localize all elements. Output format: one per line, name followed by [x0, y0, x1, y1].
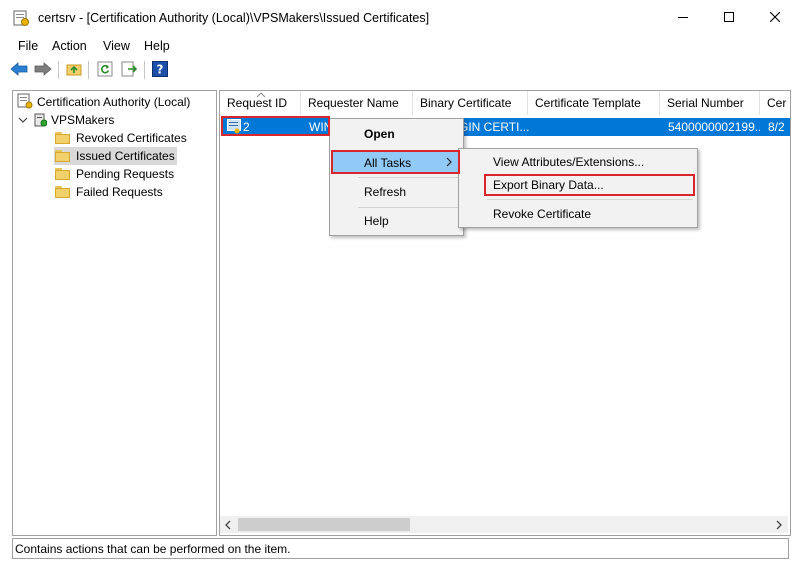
folder-icon	[55, 168, 70, 180]
folder-icon	[55, 132, 70, 144]
column-header-serial-number[interactable]: Serial Number	[660, 91, 760, 115]
tree-item-revoked-certificates[interactable]: Revoked Certificates	[55, 129, 187, 147]
tree-item-label: Issued Certificates	[76, 149, 175, 163]
help-button[interactable]: ?	[150, 60, 170, 80]
export-list-icon	[121, 61, 138, 80]
close-button[interactable]	[752, 0, 798, 36]
menu-separator	[358, 207, 458, 208]
column-label: Cer	[767, 96, 787, 110]
tree-item-vpsmakers[interactable]: VPSMakers	[18, 111, 114, 129]
menu-separator	[358, 177, 458, 178]
sort-ascending-icon	[256, 91, 266, 106]
menu-item-view-attributes[interactable]: View Attributes/Extensions...	[459, 151, 697, 173]
cell-binary-certificate: GIN CERTI...	[459, 120, 529, 134]
scroll-thumb[interactable]	[238, 518, 410, 531]
title-bar: certsrv - [Certification Authority (Loca…	[0, 0, 800, 36]
window-title: certsrv - [Certification Authority (Loca…	[38, 11, 430, 25]
certsrv-app-icon	[12, 9, 30, 27]
back-button[interactable]	[9, 60, 29, 80]
tree-item-issued-certificates[interactable]: Issued Certificates	[54, 147, 177, 165]
column-label: Serial Number	[667, 96, 744, 110]
minimize-button[interactable]	[660, 0, 706, 36]
tree-item-label: Pending Requests	[76, 167, 175, 181]
maximize-icon	[724, 11, 734, 25]
annotation-box-all-tasks	[331, 150, 460, 174]
svg-text:?: ?	[157, 62, 164, 76]
forward-button[interactable]	[33, 60, 53, 80]
scroll-right-arrow-icon[interactable]	[775, 519, 783, 533]
up-one-level-button[interactable]	[64, 60, 84, 80]
menu-item-open[interactable]: Open	[330, 123, 463, 145]
menu-action[interactable]: Action	[52, 39, 87, 53]
column-header-binary-certificate[interactable]: Binary Certificate	[413, 91, 528, 115]
menu-bar: File Action View Help	[0, 36, 800, 56]
column-label: Requester Name	[308, 96, 399, 110]
column-header-certificate-template[interactable]: Certificate Template	[528, 91, 660, 115]
export-list-button[interactable]	[119, 60, 139, 80]
scroll-left-arrow-icon[interactable]	[224, 519, 232, 533]
tree-item-root[interactable]: Certification Authority (Local)	[17, 93, 190, 111]
tree-item-pending-requests[interactable]: Pending Requests	[55, 165, 174, 183]
ca-server-icon	[33, 111, 48, 130]
horizontal-scrollbar[interactable]	[220, 516, 788, 533]
menu-item-help[interactable]: Help	[330, 210, 463, 232]
toolbar-separator	[88, 61, 89, 79]
folder-icon	[55, 186, 70, 198]
help-icon: ?	[152, 60, 168, 80]
tree-item-failed-requests[interactable]: Failed Requests	[55, 183, 163, 201]
list-header: Request ID Requester Name Binary Certifi…	[220, 91, 790, 115]
tree-item-label: Certification Authority (Local)	[37, 95, 191, 109]
tree-item-label: Failed Requests	[76, 185, 163, 199]
menu-item-revoke-certificate[interactable]: Revoke Certificate	[459, 203, 697, 225]
annotation-box-export-binary-data	[484, 174, 695, 196]
status-bar: Contains actions that can be performed o…	[12, 538, 789, 559]
tree-item-label: VPSMakers	[51, 113, 115, 127]
refresh-button[interactable]	[95, 60, 115, 80]
menu-view[interactable]: View	[103, 39, 130, 53]
column-label: Certificate Template	[535, 96, 641, 110]
toolbar-separator	[144, 61, 145, 79]
column-header-certificate-effective-date[interactable]: Cer	[760, 91, 790, 115]
minimize-icon	[678, 11, 688, 25]
console-tree: Certification Authority (Local) VPSMaker…	[12, 90, 217, 536]
tree-item-label: Revoked Certificates	[76, 131, 187, 145]
up-folder-icon	[66, 62, 82, 79]
menu-help[interactable]: Help	[144, 39, 170, 53]
back-arrow-icon	[10, 61, 28, 79]
toolbar: ?	[0, 57, 800, 83]
chevron-down-icon[interactable]	[18, 113, 30, 127]
context-menu: Open All Tasks Refresh Help	[329, 118, 464, 236]
column-label: Binary Certificate	[420, 96, 512, 110]
refresh-icon	[97, 61, 113, 80]
forward-arrow-icon	[34, 61, 52, 79]
menu-item-refresh[interactable]: Refresh	[330, 181, 463, 203]
folder-icon	[55, 150, 70, 162]
cell-serial-number: 5400000002199...	[668, 120, 760, 134]
menu-separator	[487, 199, 693, 200]
menu-file[interactable]: File	[18, 39, 38, 53]
column-header-request-id[interactable]: Request ID	[220, 91, 301, 115]
close-icon	[769, 11, 781, 25]
certification-authority-icon	[17, 93, 33, 112]
column-header-requester-name[interactable]: Requester Name	[301, 91, 413, 115]
cell-effective-date: 8/2	[768, 120, 785, 134]
annotation-box-selected-row	[221, 116, 330, 136]
maximize-button[interactable]	[706, 0, 752, 36]
toolbar-separator	[58, 61, 59, 79]
